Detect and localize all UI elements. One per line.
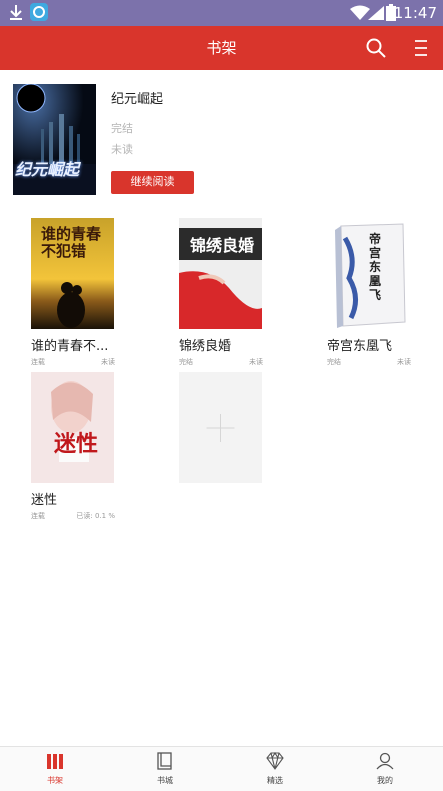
featured-book-cover[interactable]: 纪元崛起	[13, 84, 96, 195]
book-cover[interactable]: 谁的青春不犯错	[31, 218, 114, 329]
featured-book-status: 完结	[111, 122, 133, 135]
book-status: 完结	[327, 358, 341, 366]
book-cover-title: 谁的青春不犯错	[41, 225, 102, 260]
bookshelf-icon	[47, 754, 63, 769]
search-icon	[366, 38, 386, 58]
app-notification-icon	[30, 3, 48, 21]
nav-item-mine[interactable]: 我的	[330, 747, 440, 791]
search-button[interactable]	[364, 36, 388, 60]
book-title: 谁的青春不...	[31, 339, 109, 354]
book-progress: 未读	[249, 358, 263, 366]
book-icon	[157, 752, 172, 770]
book-cover[interactable]: 迷性	[31, 372, 114, 483]
book-cover-title: 帝宫东凰飞	[369, 232, 382, 302]
nav-label: 我的	[377, 776, 393, 785]
nav-label: 书架	[47, 776, 63, 785]
status-time: 11:47	[393, 4, 437, 22]
menu-icon	[415, 40, 427, 56]
add-book-button[interactable]	[179, 372, 262, 483]
book-title: 帝宫东凰飞	[327, 339, 393, 354]
wifi-icon	[350, 5, 370, 20]
book-cover[interactable]: 帝宫东凰飞	[327, 218, 410, 329]
app-header: 书架	[0, 26, 443, 70]
download-icon	[10, 5, 22, 20]
book-cover[interactable]: 锦绣良婚	[179, 218, 262, 329]
book-progress: 未读	[397, 358, 411, 366]
book-title: 迷性	[31, 493, 58, 508]
bottom-nav: 书架 书城 精选 我的	[0, 746, 443, 791]
diamond-icon	[266, 752, 284, 770]
nav-item-featured[interactable]: 精选	[220, 747, 330, 791]
book-status: 连载	[31, 358, 45, 366]
book-status: 连载	[31, 512, 45, 520]
featured-cover-title: 纪元崛起	[15, 160, 80, 179]
nav-label: 精选	[267, 776, 283, 785]
book-cover-title: 迷性	[53, 432, 98, 457]
plus-icon	[206, 414, 235, 442]
book-title: 锦绣良婚	[179, 339, 232, 354]
menu-button[interactable]	[408, 36, 432, 60]
book-cover-title: 锦绣良婚	[189, 236, 254, 255]
nav-item-bookshelf[interactable]: 书架	[0, 747, 110, 791]
continue-reading-button[interactable]: 继续阅读	[111, 171, 194, 194]
book-item[interactable]: 谁的青春不犯错 谁的青春不... 连载 未读	[31, 218, 115, 369]
book-item[interactable]: 帝宫东凰飞 帝宫东凰飞 完结 未读	[327, 218, 411, 369]
book-item[interactable]: 迷性 迷性 连载 已读: 0.1 %	[31, 372, 115, 523]
book-status: 完结	[179, 358, 193, 366]
book-item[interactable]: 锦绣良婚 锦绣良婚 完结 未读	[179, 218, 263, 369]
featured-book-title: 纪元崛起	[111, 92, 164, 107]
user-icon	[376, 752, 394, 770]
signal-icon	[368, 6, 384, 20]
status-bar: 11:47	[0, 0, 443, 26]
nav-item-bookstore[interactable]: 书城	[110, 747, 220, 791]
book-progress: 未读	[101, 358, 115, 366]
nav-label: 书城	[157, 776, 173, 785]
book-progress: 已读: 0.1 %	[76, 512, 115, 520]
featured-read-status: 未读	[111, 143, 133, 156]
